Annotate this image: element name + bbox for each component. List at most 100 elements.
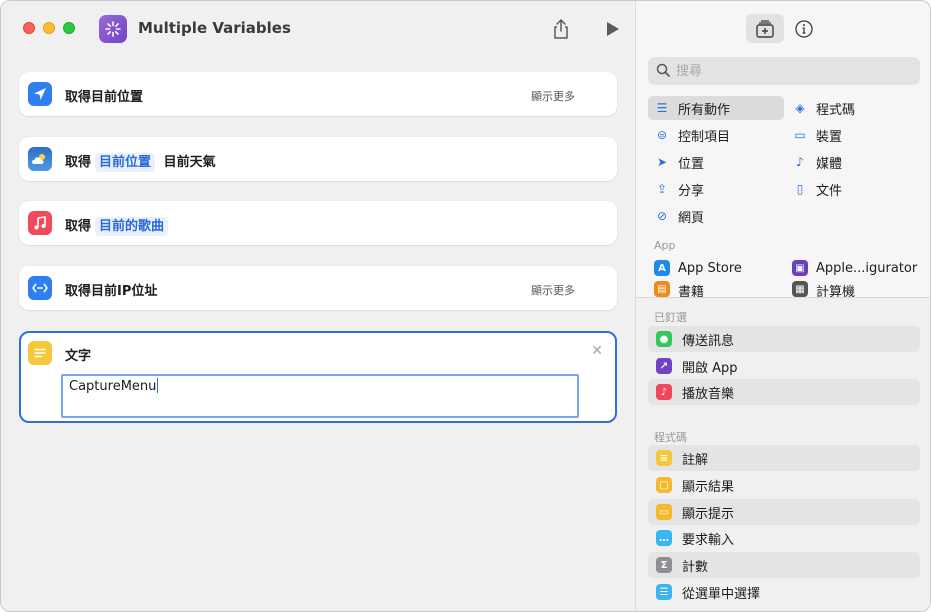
category-documents[interactable]: ▯ 文件 <box>792 177 842 201</box>
row-label: 註解 <box>682 452 709 468</box>
row-label: 開啟 App <box>682 360 738 376</box>
scripting-section-header: 程式碼 <box>654 431 687 444</box>
location-arrow-icon <box>28 82 52 106</box>
scripting-item-show-result[interactable]: ▢ 顯示結果 <box>648 472 920 498</box>
show-result-icon: ▢ <box>656 477 672 493</box>
action-library-pane: ☰ 所有動作 ◈ 程式碼 ⊜ 控制項目 ▭ 裝置 ➤ 位置 ♪ 媒體 ⇪ 分享 ▯ 文件 ⊘ 網頁… <box>635 1 930 611</box>
configurator-icon: ▣ <box>792 260 808 276</box>
category-scripting[interactable]: ◈ 程式碼 <box>792 96 855 120</box>
text-caret <box>157 378 159 393</box>
scripting-item-count[interactable]: Σ 計數 <box>648 552 920 578</box>
music-note-icon: ♪ <box>796 155 804 169</box>
app-item-calculator[interactable]: ▦ 計算機 <box>792 281 855 297</box>
app-label: Apple...igurator <box>816 260 918 276</box>
toggles-icon: ⊜ <box>656 128 668 142</box>
list-icon: ☰ <box>656 101 668 115</box>
document-icon: ▯ <box>796 182 804 196</box>
shortcut-title[interactable]: Multiple Variables <box>138 19 291 37</box>
show-more-button[interactable]: 顯示更多 <box>531 88 575 104</box>
scripting-item-show-alert[interactable]: ▭ 顯示提示 <box>648 499 920 525</box>
music-note-icon <box>28 211 52 235</box>
action-label: 文字 <box>65 349 92 364</box>
category-label: 分享 <box>678 183 705 199</box>
books-icon: ▤ <box>654 281 670 297</box>
text-icon <box>28 341 52 365</box>
scripting-item-choose-from-menu[interactable]: ☰ 從選單中選擇 <box>648 579 920 605</box>
action-get-weather[interactable]: 取得 目前位置 目前天氣 <box>19 137 617 181</box>
minimize-window-button[interactable] <box>43 22 55 34</box>
comment-icon: ≡ <box>656 450 672 466</box>
scripting-item-comment[interactable]: ≡ 註解 <box>648 445 920 471</box>
scripting-item-ask-input[interactable]: … 要求輸入 <box>648 525 920 551</box>
action-label: 取得目前位置 <box>65 90 144 105</box>
variable-token-current-location[interactable]: 目前位置 <box>95 153 156 172</box>
search-field[interactable] <box>648 57 920 85</box>
pinned-item-send-message[interactable]: ● 傳送訊息 <box>648 326 920 352</box>
category-all-actions[interactable]: ☰ 所有動作 <box>648 96 784 120</box>
details-tab[interactable] <box>793 18 815 40</box>
category-media[interactable]: ♪ 媒體 <box>792 150 842 174</box>
pinned-item-play-music[interactable]: ♪ 播放音樂 <box>648 379 920 405</box>
row-label: 從選單中選擇 <box>682 586 761 602</box>
category-label: 媒體 <box>816 156 843 172</box>
action-get-current-song[interactable]: 取得 目前的歌曲 <box>19 201 617 245</box>
shortcut-icon[interactable] <box>99 15 127 43</box>
text-value: CaptureMenu <box>69 379 157 394</box>
category-device[interactable]: ▭ 裝置 <box>792 123 842 147</box>
variable-token-current-song[interactable]: 目前的歌曲 <box>95 217 169 236</box>
run-icon[interactable] <box>605 20 621 38</box>
share-icon[interactable] <box>551 18 571 40</box>
app-item-configurator[interactable]: ▣ Apple...igurator <box>792 256 917 280</box>
scripting-icon: ◈ <box>795 101 805 115</box>
choose-menu-icon: ☰ <box>656 584 672 600</box>
app-item-books[interactable]: ▤ 書籍 <box>654 281 704 297</box>
suggestions-panel: 已釘選 ● 傳送訊息 ↗ 開啟 App ♪ 播放音樂 程式碼 ≡ 註解 ▢ 顯示結果 ▭ 顯… <box>636 298 930 611</box>
show-more-button[interactable]: 顯示更多 <box>531 282 575 298</box>
row-label: 播放音樂 <box>682 386 735 402</box>
show-alert-icon: ▭ <box>656 504 672 520</box>
calculator-icon: ▦ <box>792 281 808 297</box>
action-library-tab[interactable] <box>746 14 784 43</box>
open-app-icon: ↗ <box>656 358 672 374</box>
messages-icon: ● <box>656 331 672 347</box>
row-label: 要求輸入 <box>682 532 735 548</box>
close-window-button[interactable] <box>23 22 35 34</box>
action-text[interactable]: 文字 ✕ CaptureMenu <box>19 331 617 423</box>
app-label: 計算機 <box>816 285 856 297</box>
search-input[interactable] <box>676 61 906 81</box>
category-location[interactable]: ➤ 位置 <box>654 150 704 174</box>
action-get-ip-address[interactable]: 取得目前IP位址 顯示更多 <box>19 266 617 310</box>
location-icon: ➤ <box>656 155 668 169</box>
title-bar: Multiple Variables <box>1 1 635 57</box>
category-label: 網頁 <box>678 210 705 226</box>
action-verb: 取得 <box>65 219 92 234</box>
category-web[interactable]: ⊘ 網頁 <box>654 204 704 228</box>
row-label: 計數 <box>682 559 709 575</box>
row-label: 顯示提示 <box>682 506 735 522</box>
ask-input-icon: … <box>656 530 672 546</box>
action-get-current-location[interactable]: 取得目前位置 顯示更多 <box>19 72 617 116</box>
compass-icon: ⊘ <box>656 209 668 223</box>
category-sharing[interactable]: ⇪ 分享 <box>654 177 704 201</box>
pinned-section-header: 已釘選 <box>654 311 687 324</box>
close-icon[interactable]: ✕ <box>591 343 603 359</box>
pinned-item-open-app[interactable]: ↗ 開啟 App <box>648 353 920 379</box>
row-label: 傳送訊息 <box>682 333 735 349</box>
action-label: 取得 目前位置 目前天氣 <box>65 151 216 172</box>
share-icon: ⇪ <box>656 182 668 196</box>
category-label: 文件 <box>816 183 843 199</box>
app-store-icon: A <box>654 260 670 276</box>
zoom-window-button[interactable] <box>63 22 75 34</box>
category-controls[interactable]: ⊜ 控制項目 <box>654 123 730 147</box>
shortcuts-window: Multiple Variables 取得目前位置 顯示更多 取得 目前位置 目… <box>0 0 931 612</box>
text-input[interactable]: CaptureMenu <box>61 374 579 418</box>
app-item-app-store[interactable]: A App Store <box>654 256 742 280</box>
category-label: 所有動作 <box>678 102 731 118</box>
action-label: 取得 目前的歌曲 <box>65 215 169 236</box>
app-label: 書籍 <box>678 285 705 297</box>
info-icon <box>795 20 813 38</box>
library-add-icon <box>756 19 774 38</box>
search-icon <box>656 63 670 77</box>
category-label: 裝置 <box>816 129 843 145</box>
sparkle-icon <box>105 21 121 37</box>
